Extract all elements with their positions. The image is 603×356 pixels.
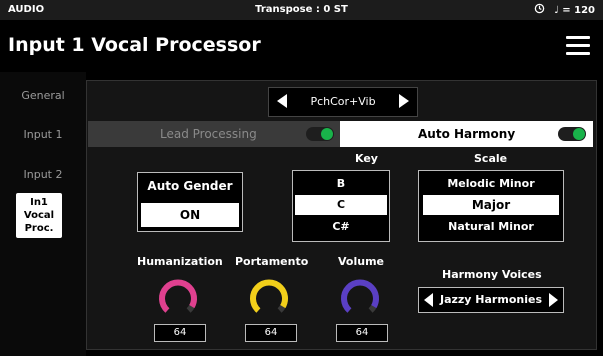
auto-gender-title: Auto Gender	[147, 179, 233, 193]
mode-value[interactable]: PchCor+Vib	[269, 95, 417, 108]
tab-auto-harmony[interactable]: Auto Harmony	[340, 121, 593, 147]
scale-option-melodic-minor[interactable]: Melodic Minor	[419, 174, 563, 194]
harmony-voices-value[interactable]: Jazzy Harmonies	[419, 293, 563, 306]
humanization-knob[interactable]	[156, 276, 200, 320]
sidebar-item-in1-vocal-proc[interactable]: In1 Vocal Proc.	[16, 193, 62, 238]
sidebar-item-label-line1: In1 Vocal	[23, 197, 55, 221]
tempo-readout: ♩ = 120	[554, 4, 595, 16]
portamento-value[interactable]: 64	[245, 324, 297, 342]
title-bar: Input 1 Vocal Processor	[0, 20, 603, 72]
tempo-area: ♩ = 120	[534, 3, 595, 17]
sidebar-item-input-2[interactable]: Input 2	[0, 168, 86, 181]
key-option-c[interactable]: C	[295, 195, 387, 215]
scale-header: Scale	[474, 152, 508, 165]
scale-list: Melodic Minor Major Natural Minor	[418, 170, 564, 242]
key-header: Key	[355, 152, 378, 165]
volume-value[interactable]: 64	[336, 324, 388, 342]
tab-auto-label: Auto Harmony	[418, 127, 516, 141]
sidebar-item-input-1[interactable]: Input 1	[0, 128, 86, 141]
harmony-toggle[interactable]	[558, 127, 586, 141]
sidebar-item-label-line2: Proc.	[24, 223, 54, 234]
harmony-voices-selector: Jazzy Harmonies	[418, 287, 564, 313]
sidebar-item-general[interactable]: General	[0, 89, 86, 102]
volume-label: Volume	[338, 255, 384, 268]
mode-selector: PchCor+Vib	[268, 87, 418, 117]
lead-toggle[interactable]	[306, 127, 334, 141]
auto-gender-box: Auto Gender ON	[137, 172, 243, 232]
hamburger-icon[interactable]	[566, 36, 590, 56]
transpose-readout: Transpose : 0 ST	[255, 4, 348, 15]
sidebar: General Input 1 Input 2 In1 Vocal Proc.	[0, 72, 86, 356]
mode-next-arrow-icon[interactable]	[399, 94, 409, 108]
auto-gender-button[interactable]: ON	[141, 203, 239, 227]
harmony-voices-label: Harmony Voices	[442, 268, 542, 281]
key-option-c-sharp[interactable]: C#	[293, 217, 389, 237]
key-list: B C C#	[292, 170, 390, 242]
tab-lead-processing[interactable]: Lead Processing	[88, 121, 340, 147]
page-title: Input 1 Vocal Processor	[8, 34, 261, 56]
humanization-label: Humanization	[137, 255, 223, 268]
humanization-value[interactable]: 64	[154, 324, 206, 342]
scale-option-major[interactable]: Major	[423, 195, 559, 215]
key-option-b[interactable]: B	[293, 174, 389, 194]
status-bar: AUDIO Transpose : 0 ST ♩ = 120	[0, 0, 603, 20]
clock-icon	[534, 3, 545, 17]
volume-knob[interactable]	[338, 276, 382, 320]
scale-option-natural-minor[interactable]: Natural Minor	[419, 217, 563, 237]
tab-lead-label: Lead Processing	[160, 127, 257, 141]
portamento-label: Portamento	[235, 255, 309, 268]
harmony-next-arrow-icon[interactable]	[549, 293, 558, 307]
portamento-knob[interactable]	[247, 276, 291, 320]
